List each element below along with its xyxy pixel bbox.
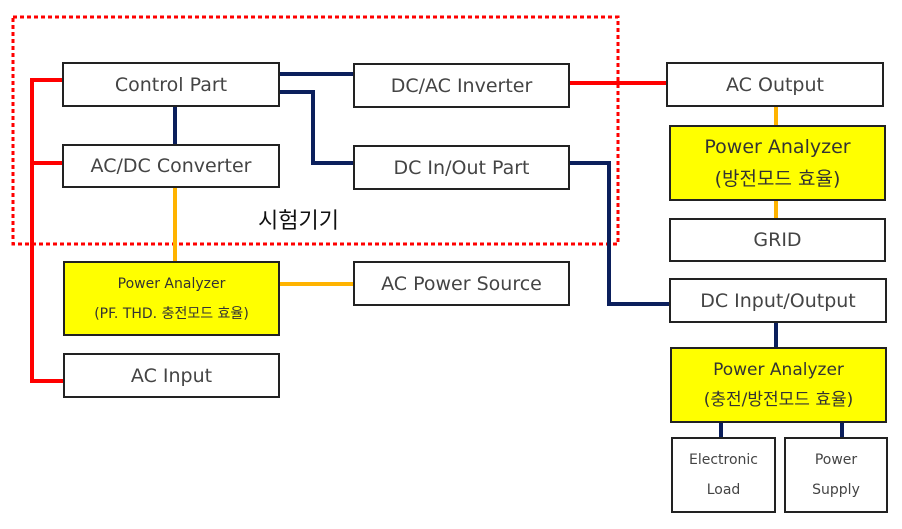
acdc-converter-box: AC/DC Converter: [62, 144, 280, 188]
power-analyzer-pf-thd-box: Power Analyzer (PF. THD. 충전모드 효율): [63, 261, 280, 336]
power-analyzer-discharge-box: Power Analyzer (방전모드 효율): [669, 125, 886, 201]
diagram: 시험기기 Control Part AC/DC Converter DC/AC …: [0, 0, 902, 529]
pa-cd-line1: Power Analyzer: [713, 360, 844, 380]
ac-bus-line: [30, 78, 63, 383]
ac-power-source-box: AC Power Source: [353, 261, 570, 306]
power-analyzer-charge-discharge-box: Power Analyzer (충전/방전모드 효율): [670, 347, 887, 423]
pa-left-line1: Power Analyzer: [117, 275, 226, 292]
grid-box: GRID: [669, 218, 886, 262]
electronic-load-line1: Electronic: [688, 452, 758, 468]
pa-discharge-line2: (방전모드 효율): [714, 168, 841, 190]
pa-left-line2: (PF. THD. 충전모드 효율): [94, 305, 249, 322]
dc-line-control-inout: [280, 90, 353, 165]
electronic-load-box: Electronic Load: [671, 437, 776, 513]
dcac-inverter-box: DC/AC Inverter: [353, 63, 570, 108]
pa-discharge-line1: Power Analyzer: [704, 136, 851, 158]
boundary-label: 시험기기: [258, 209, 339, 234]
electronic-load-line2: Load: [706, 482, 741, 498]
control-part-box: Control Part: [62, 62, 280, 107]
dc-inout-part-box: DC In/Out Part: [353, 145, 570, 190]
dc-input-output-box: DC Input/Output: [669, 278, 887, 323]
ac-output-box: AC Output: [666, 62, 884, 107]
ac-input-box: AC Input: [63, 353, 280, 398]
power-supply-line1: Power: [814, 452, 858, 468]
power-supply-line2: Supply: [812, 482, 860, 498]
pa-cd-line2: (충전/방전모드 효율): [703, 390, 854, 410]
power-supply-box: Power Supply: [784, 437, 888, 513]
